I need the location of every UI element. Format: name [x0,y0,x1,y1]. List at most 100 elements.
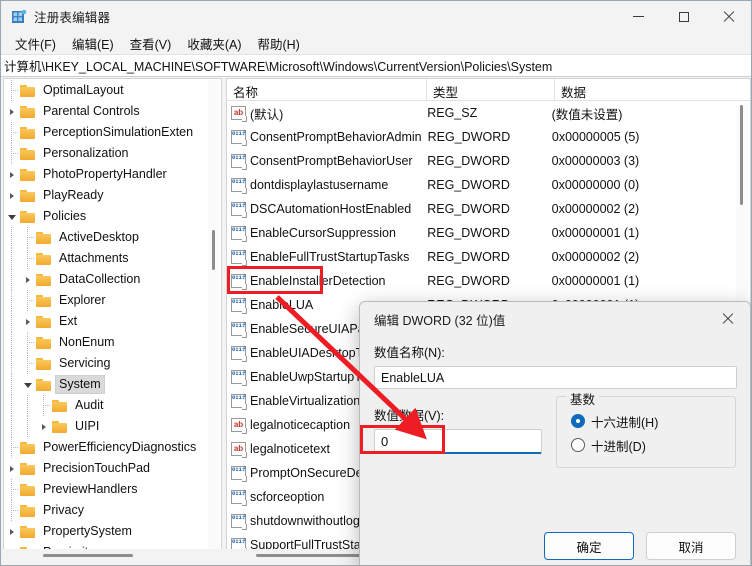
table-row[interactable]: EnableCursorSuppression REG_DWORD 0x000000… [227,221,737,245]
tree-item-label: DataCollection [59,272,141,286]
dword-value-icon [231,225,247,242]
value-name: scforceoption [250,490,325,504]
tree-indent-guide [20,290,36,311]
tree-item-photopropertyhandler[interactable]: PhotoPropertyHandler [4,164,221,185]
tree-item-nonenum[interactable]: NonEnum [4,332,221,353]
tree-item-attachments[interactable]: Attachments [4,248,221,269]
radio-hexadecimal[interactable]: 十六进制(H) [571,409,735,433]
tree-item-activedesktop[interactable]: ActiveDesktop [4,227,221,248]
address-bar[interactable]: 计算机\HKEY_LOCAL_MACHINE\SOFTWARE\Microsof… [1,54,751,77]
table-row[interactable]: dontdisplaylastusername REG_DWORD 0x000000… [227,173,737,197]
tree-item-uipi[interactable]: UIPI [4,416,221,437]
chevron-right-icon[interactable] [36,416,52,437]
chevron-right-icon[interactable] [4,521,20,542]
tree-item-privacy[interactable]: Privacy [4,500,221,521]
tree-item-playready[interactable]: PlayReady [4,185,221,206]
tree-item-system[interactable]: System [4,374,221,395]
tree-scroll-thumb[interactable] [212,230,215,270]
cancel-button[interactable]: 取消 [646,532,736,560]
chevron-right-icon[interactable] [4,164,20,185]
chevron-right-icon[interactable] [20,311,36,332]
tree-hscroll-thumb[interactable] [43,554,133,557]
tree-indent-guide [4,122,20,143]
menu-edit[interactable]: 编辑(E) [64,32,122,55]
radio-decimal[interactable]: 十进制(D) [571,433,735,457]
menu-file[interactable]: 文件(F) [7,32,64,55]
cell-data: 0x00000005 (5) [546,130,737,144]
menu-help[interactable]: 帮助(H) [249,32,307,55]
table-row[interactable]: DSCAutomationHostEnabled REG_DWORD 0x00000… [227,197,737,221]
tree-item-label: System [55,375,105,394]
tree-horizontal-scrollbar[interactable] [3,549,222,563]
values-scroll-thumb[interactable] [740,105,743,205]
menu-favorites[interactable]: 收藏夹(A) [179,32,249,55]
menu-view[interactable]: 查看(V) [122,32,180,55]
dialog-close-button[interactable] [705,302,750,336]
value-name-input[interactable]: EnableLUA [374,366,737,389]
value-data-input[interactable]: 0 [374,429,542,454]
chevron-right-icon[interactable] [4,101,20,122]
chevron-right-icon[interactable] [4,185,20,206]
tree-item-servicing[interactable]: Servicing [4,353,221,374]
tree-indent-guide [4,332,20,353]
tree-item-parental-controls[interactable]: Parental Controls [4,101,221,122]
tree-item-audit[interactable]: Audit [4,395,221,416]
table-row[interactable]: ConsentPromptBehaviorUser REG_DWORD 0x0000… [227,149,737,173]
tree-item-powerefficiencydiagnostics[interactable]: PowerEfficiencyDiagnostics [4,437,221,458]
tree-item-label: ActiveDesktop [59,230,139,244]
folder-icon [36,231,52,245]
value-type: REG_DWORD [427,154,510,168]
value-type: REG_DWORD [427,130,511,144]
value-name: ConsentPromptBehaviorUser [250,154,413,168]
cell-type: REG_DWORD [421,274,545,288]
tree-item-previewhandlers[interactable]: PreviewHandlers [4,479,221,500]
chevron-right-icon[interactable] [20,269,36,290]
folder-icon [36,294,52,308]
cell-name: DSCAutomationHostEnabled [227,201,421,218]
chevron-down-icon[interactable] [4,206,20,227]
value-name: EnableLUA [250,298,314,312]
tree-item-policies[interactable]: Policies [4,206,221,227]
value-data-column: 数值数据(V): 0 [374,405,542,468]
column-header-name[interactable]: 名称 [227,79,427,101]
minimize-button[interactable] [616,1,661,32]
table-row[interactable]: ConsentPromptBehaviorAdmin REG_DWORD 0x000… [227,125,737,149]
tree-item-label: PrecisionTouchPad [43,461,151,475]
table-row[interactable]: EnableInstallerDetection REG_DWORD 0x00000… [227,269,737,293]
tree-indent-guide [20,248,36,269]
value-data: 0x00000003 (3) [551,154,640,168]
tree-item-ext[interactable]: Ext [4,311,221,332]
tree-vertical-scrollbar[interactable] [208,80,220,550]
maximize-button[interactable] [661,1,706,32]
tree-indent-guide [4,227,20,248]
tree-item-datacollection[interactable]: DataCollection [4,269,221,290]
tree-item-propertysystem[interactable]: PropertySystem [4,521,221,542]
tree-item-label: PlayReady [43,188,104,202]
folder-icon [20,168,36,182]
window-title: 注册表编辑器 [34,11,111,25]
title-bar: 注册表编辑器 [1,1,751,32]
table-row[interactable]: (默认) REG_SZ (数值未设置) [227,101,737,125]
radio-decimal-icon[interactable] [571,438,585,452]
tree-indent-guide [4,143,20,164]
folder-icon [52,399,68,413]
tree-item-optimallayout[interactable]: OptimalLayout [4,80,221,101]
ok-button[interactable]: 确定 [544,532,634,560]
cell-type: REG_DWORD [421,178,545,192]
chevron-right-icon[interactable] [4,458,20,479]
window-controls [616,1,751,32]
column-header-type[interactable]: 类型 [427,79,555,101]
dword-value-icon [231,513,247,530]
tree-item-personalization[interactable]: Personalization [4,143,221,164]
radio-hexadecimal-icon[interactable] [571,414,585,428]
close-button[interactable] [706,1,751,32]
table-row[interactable]: EnableFullTrustStartupTasks REG_DWORD 0x00… [227,245,737,269]
tree-item-explorer[interactable]: Explorer [4,290,221,311]
chevron-down-icon[interactable] [20,374,36,395]
value-data: 0x00000002 (2) [551,250,640,264]
value-data: 0x00000005 (5) [551,130,640,144]
tree-item-perceptionsimulationexten[interactable]: PerceptionSimulationExten [4,122,221,143]
tree-item-precisiontouchpad[interactable]: PrecisionTouchPad [4,458,221,479]
column-header-data[interactable]: 数据 [555,79,750,101]
tree-item-label: PerceptionSimulationExten [43,125,194,139]
